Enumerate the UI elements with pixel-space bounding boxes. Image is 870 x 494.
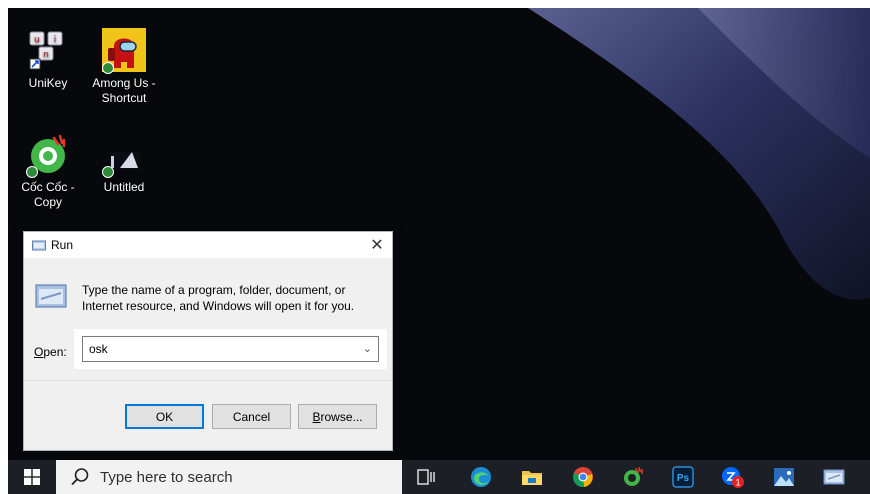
close-icon: ✕ bbox=[370, 237, 384, 254]
svg-text:i: i bbox=[54, 35, 57, 45]
taskbar-app-edge[interactable] bbox=[469, 465, 493, 489]
desktop-icon-coccoc[interactable]: Cốc Cốc - Copy bbox=[10, 132, 86, 210]
taskbar-app-photos[interactable] bbox=[772, 465, 796, 489]
coccoc-icon bbox=[624, 467, 643, 486]
svg-text:Ps: Ps bbox=[677, 473, 690, 484]
zalo-icon: 1 bbox=[722, 467, 744, 488]
browse-button[interactable]: Browse... bbox=[298, 404, 377, 429]
taskbar-app-file-explorer[interactable] bbox=[520, 465, 544, 489]
ok-button[interactable]: OK bbox=[125, 404, 204, 429]
run-dialog-titlebar[interactable]: Run ✕ bbox=[24, 232, 392, 258]
photoshop-icon: Ps bbox=[672, 466, 694, 488]
edge-icon bbox=[471, 467, 491, 487]
open-label: Open: bbox=[34, 345, 67, 359]
unikey-icon: u i n bbox=[26, 28, 70, 72]
shortcut-check-badge bbox=[102, 62, 114, 74]
cancel-button[interactable]: Cancel bbox=[212, 404, 291, 429]
taskbar-app-zalo[interactable]: 1 bbox=[721, 465, 745, 489]
browse-accelerator: B bbox=[312, 409, 321, 424]
shortcut-check-badge bbox=[26, 166, 38, 178]
coccoc-icon bbox=[26, 132, 70, 178]
open-input[interactable]: osk bbox=[89, 342, 108, 356]
run-icon bbox=[32, 240, 46, 250]
search-icon bbox=[71, 468, 89, 486]
open-label-accelerator: O bbox=[34, 345, 44, 359]
chrome-icon bbox=[573, 467, 593, 488]
taskbar-app-chrome[interactable] bbox=[571, 465, 595, 489]
desktop-icon-unikey[interactable]: u i n UniKey bbox=[10, 28, 86, 91]
taskbar-app-photoshop[interactable]: Ps bbox=[671, 465, 695, 489]
desktop-icon-untitled[interactable]: Untitled bbox=[86, 132, 162, 195]
windows-logo-icon bbox=[24, 469, 40, 485]
close-button[interactable]: ✕ bbox=[362, 232, 392, 258]
taskbar: Type here to search Ps 1 bbox=[8, 460, 870, 494]
shortcut-check-badge bbox=[102, 166, 114, 178]
notification-badge: 1 bbox=[735, 478, 740, 488]
divider bbox=[24, 380, 392, 381]
desktop-icon-among-us[interactable]: Among Us - Shortcut bbox=[86, 28, 162, 106]
desktop-screen: u i n UniKey Among Us - Shortcut Cốc Cốc… bbox=[8, 8, 870, 494]
task-view-button[interactable] bbox=[415, 465, 439, 489]
photos-icon bbox=[774, 468, 794, 486]
run-program-icon bbox=[35, 284, 67, 308]
taskbar-search-box[interactable]: Type here to search bbox=[56, 460, 402, 494]
desktop-icon-label: Cốc Cốc - Copy bbox=[21, 180, 75, 209]
search-placeholder: Type here to search bbox=[100, 468, 233, 486]
run-dialog: Run ✕ Type the name of a program, folder… bbox=[23, 231, 393, 451]
svg-text:n: n bbox=[43, 50, 49, 60]
taskbar-app-run[interactable] bbox=[822, 465, 846, 489]
run-dialog-description: Type the name of a program, folder, docu… bbox=[82, 283, 355, 313]
desktop-icon-label: Among Us - Shortcut bbox=[92, 76, 156, 105]
open-label-text: pen: bbox=[43, 345, 67, 359]
run-dialog-title: Run bbox=[51, 238, 74, 252]
folder-icon bbox=[522, 471, 542, 485]
desktop-icon-label: UniKey bbox=[28, 76, 68, 90]
browse-label: rowse... bbox=[320, 409, 363, 424]
chevron-down-icon[interactable]: ⌄ bbox=[363, 342, 372, 355]
svg-text:u: u bbox=[34, 35, 40, 45]
among-us-icon bbox=[102, 28, 146, 74]
start-button[interactable] bbox=[8, 460, 56, 494]
run-icon bbox=[823, 469, 845, 485]
untitled-file-icon bbox=[102, 132, 146, 178]
taskbar-app-coccoc[interactable] bbox=[621, 465, 645, 489]
open-combobox[interactable]: osk ⌄ bbox=[82, 336, 379, 362]
desktop-icon-label: Untitled bbox=[103, 180, 145, 194]
task-view-icon bbox=[417, 469, 435, 485]
